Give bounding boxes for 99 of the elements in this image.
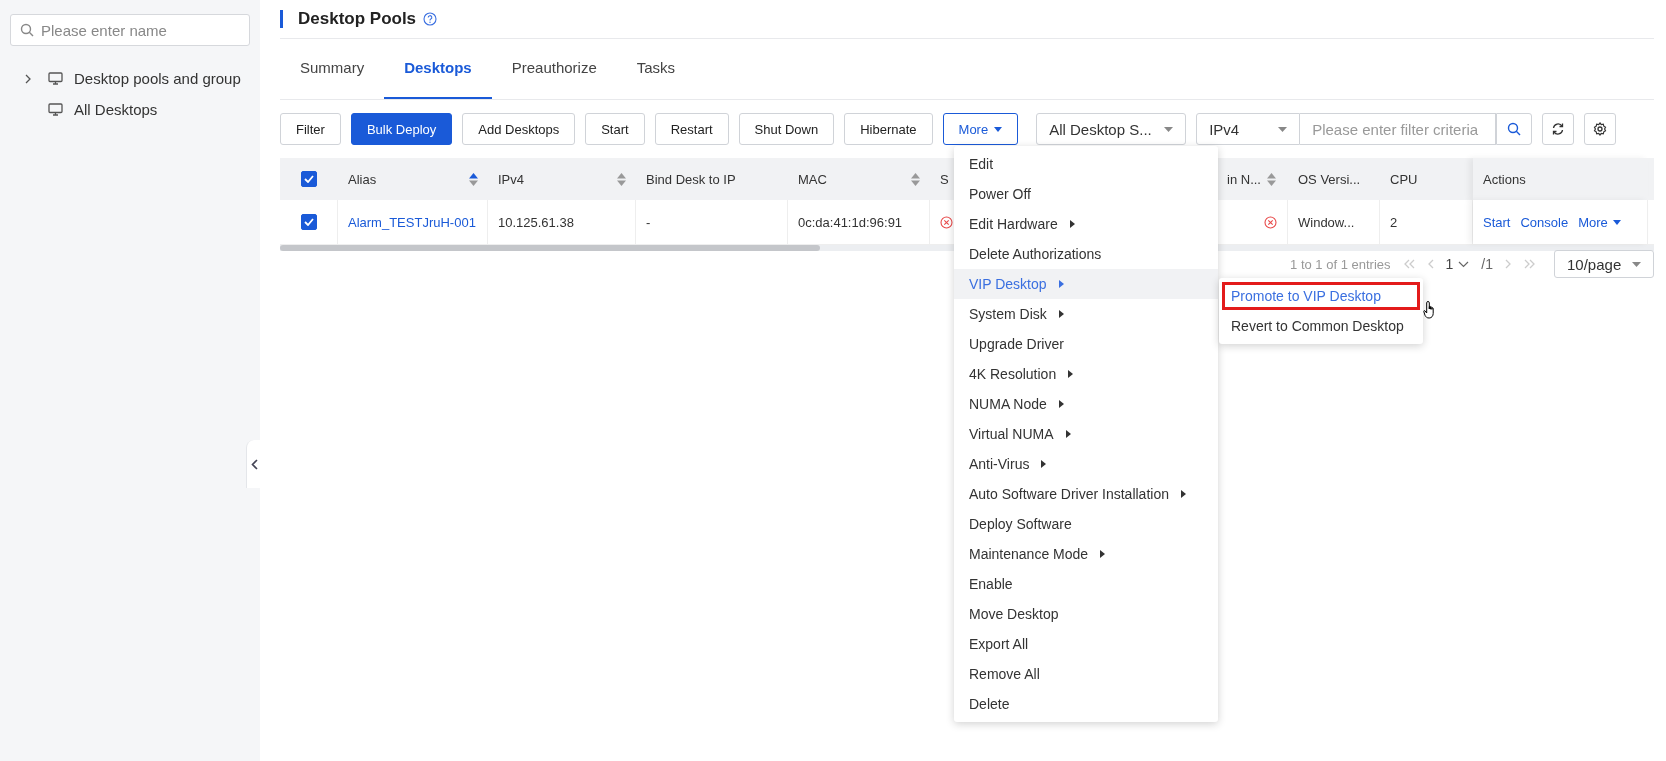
chevron-right-icon[interactable] [24, 73, 32, 84]
submenu-arrow-icon [1065, 430, 1071, 438]
submenu-arrow-icon [1181, 490, 1186, 498]
column-header: OS Versi... [1298, 171, 1361, 187]
tab[interactable]: Tasks [616, 59, 696, 99]
search-field[interactable]: Please enter name [10, 14, 250, 46]
menu-item[interactable]: Edit Hardware [954, 209, 1218, 239]
tab[interactable]: Desktops [384, 59, 492, 99]
toolbar-button[interactable]: Hibernate [844, 113, 933, 145]
page-size-select[interactable]: 10/page [1554, 250, 1654, 278]
refresh-button[interactable] [1542, 113, 1575, 145]
action-link[interactable]: Start [1483, 214, 1511, 230]
table-cell: 10.125.61.38 [498, 214, 574, 230]
menu-item[interactable]: Maintenance Mode [954, 539, 1218, 569]
submenu-arrow-icon [1058, 310, 1064, 318]
sort-icon[interactable] [911, 172, 920, 186]
chevron-down-icon [1458, 260, 1470, 268]
more-button[interactable]: More [942, 113, 1019, 145]
sort-icon[interactable] [1267, 172, 1276, 186]
table-cell: Window... [1298, 214, 1355, 230]
menu-item[interactable]: Power Off [954, 179, 1218, 209]
menu-item[interactable]: 4K Resolution [954, 359, 1218, 389]
column-header: CPU [1390, 171, 1418, 187]
menu-item[interactable]: NUMA Node [954, 389, 1218, 419]
sort-icon[interactable] [469, 172, 478, 186]
tree-item[interactable]: Desktop pools and group [74, 70, 241, 87]
sort-icon[interactable] [617, 172, 626, 186]
menu-item[interactable]: Enable [954, 569, 1218, 599]
chevron-left-icon [250, 458, 258, 470]
column-header[interactable]: MAC [798, 171, 920, 187]
submenu-arrow-icon [1041, 460, 1047, 468]
refresh-icon [1551, 122, 1566, 136]
settings-button[interactable] [1584, 113, 1617, 145]
table-cell: 0c:da:41:1d:96:91 [798, 214, 903, 230]
toolbar-button[interactable]: Bulk Deploy [350, 113, 453, 145]
menu-item[interactable]: Remove All [954, 659, 1218, 689]
column-header: S [940, 171, 949, 187]
checkbox[interactable] [301, 171, 317, 187]
search-icon [1507, 122, 1522, 136]
scrollbar-thumb[interactable] [280, 245, 820, 251]
menu-item[interactable]: Virtual NUMA [954, 419, 1218, 449]
help-icon[interactable] [423, 12, 438, 26]
caret-down-icon [1278, 126, 1288, 132]
status-select[interactable]: All Desktop S... [1036, 113, 1187, 145]
page-title: Desktop Pools [298, 9, 417, 29]
caret-down-icon [1612, 219, 1621, 225]
action-link[interactable]: More [1578, 214, 1621, 230]
toolbar-button[interactable]: Restart [654, 113, 729, 145]
submenu-arrow-icon [1069, 220, 1075, 228]
error-icon [1264, 215, 1277, 229]
column-header: Bind Desk to IP [646, 171, 736, 187]
search-button[interactable] [1496, 113, 1533, 145]
collapse-handle[interactable] [246, 440, 261, 488]
submenu-arrow-icon [1058, 280, 1064, 288]
tree-item[interactable]: All Desktops [74, 101, 158, 118]
menu-item[interactable]: Delete [954, 689, 1218, 719]
check-icon [304, 175, 314, 183]
table-cell: - [646, 214, 651, 230]
page-total: /1 [1481, 256, 1493, 272]
page-select[interactable]: 1 [1445, 256, 1470, 272]
menu-item[interactable]: Move Desktop [954, 599, 1218, 629]
menu-item[interactable]: Anti-Virus [954, 449, 1218, 479]
column-header: Actions [1483, 171, 1526, 187]
submenu-arrow-icon [1068, 370, 1074, 378]
monitor-icon [48, 72, 63, 85]
toolbar-button[interactable]: Add Desktops [462, 113, 576, 145]
tab[interactable]: Summary [280, 59, 385, 99]
monitor-icon [48, 103, 63, 116]
toolbar-button[interactable]: Filter [280, 113, 341, 145]
filter-field[interactable]: Please enter filter criteria [1300, 113, 1497, 145]
submenu-item[interactable]: Promote to VIP Desktop [1221, 281, 1421, 311]
caret-down-icon [994, 126, 1003, 132]
menu-item[interactable]: Auto Software Driver Installation [954, 479, 1218, 509]
menu-item[interactable]: Deploy Software [954, 509, 1218, 539]
toolbar-button[interactable]: Shut Down [738, 113, 835, 145]
submenu-arrow-icon [1100, 550, 1106, 558]
menu-item[interactable]: System Disk [954, 299, 1218, 329]
caret-down-icon [1164, 126, 1174, 132]
error-icon [940, 215, 953, 229]
check-icon [303, 218, 314, 226]
pagination-summary: 1 to 1 of 1 entries [1290, 256, 1391, 272]
menu-item[interactable]: Delete Authorizations [954, 239, 1218, 269]
field-select[interactable]: IPv4 [1196, 113, 1301, 145]
menu-item[interactable]: Edit [954, 149, 1218, 179]
alias-link[interactable]: Alarm_TESTJruH-001 [348, 214, 476, 230]
submenu-arrow-icon [1058, 400, 1064, 408]
caret-down-icon [1632, 261, 1641, 267]
tab[interactable]: Preauthorize [491, 59, 617, 99]
table-cell: 2 [1390, 214, 1398, 230]
submenu-item[interactable]: Revert to Common Desktop [1219, 311, 1423, 341]
toolbar-button[interactable]: Start [585, 113, 645, 145]
search-icon [20, 23, 34, 37]
checkbox[interactable] [300, 214, 317, 230]
column-header[interactable]: in N... [1227, 171, 1276, 187]
action-link[interactable]: Console [1520, 214, 1569, 230]
menu-item[interactable]: Export All [954, 629, 1218, 659]
settings-icon [1593, 122, 1608, 136]
column-header[interactable]: Alias [348, 171, 478, 187]
column-header[interactable]: IPv4 [498, 171, 626, 187]
